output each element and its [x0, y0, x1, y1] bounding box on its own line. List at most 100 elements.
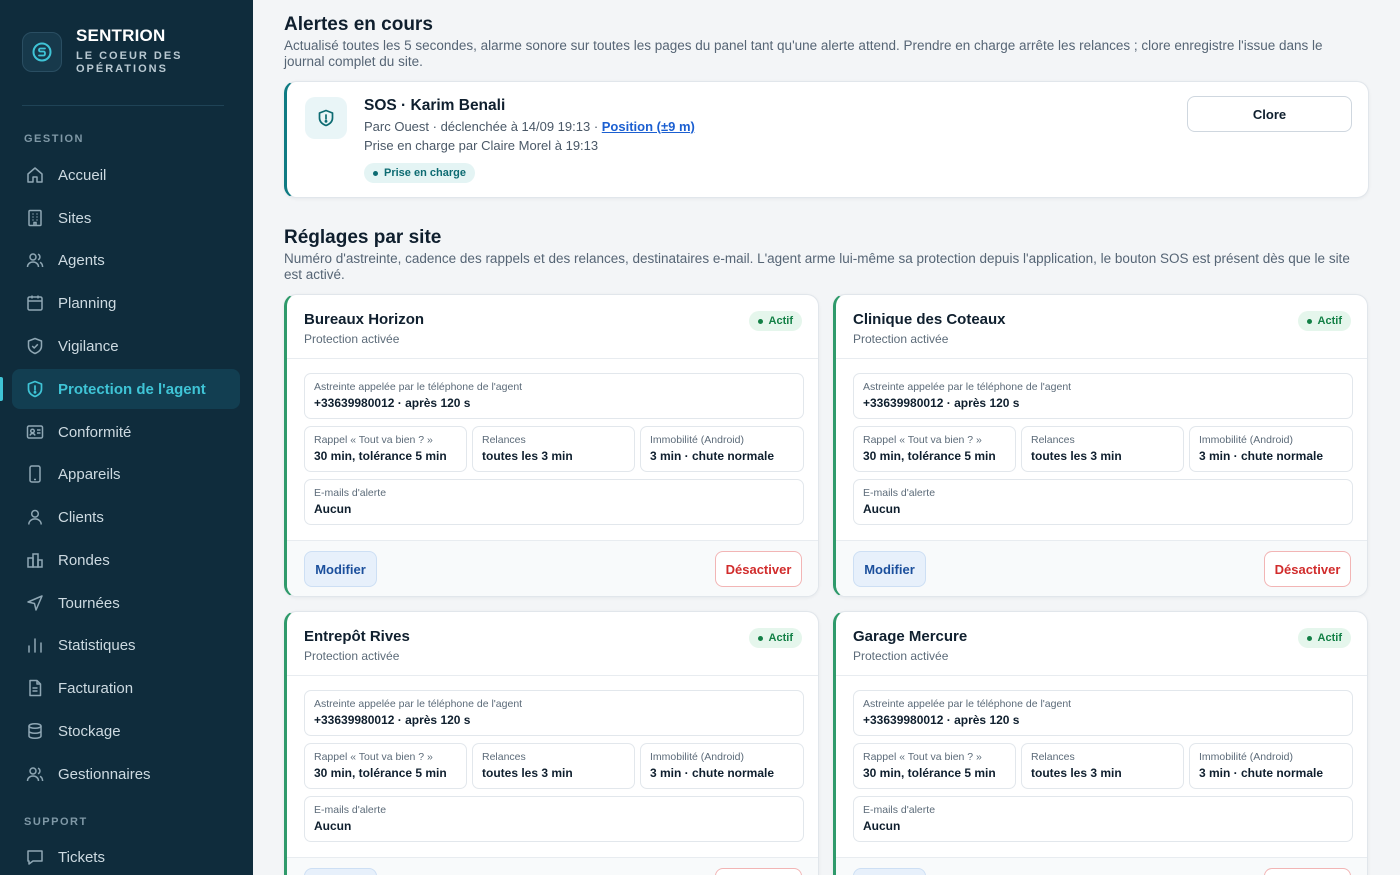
sidebar-item-label: Tickets	[58, 848, 105, 866]
sidebar-item-rondes[interactable]: Rondes	[12, 540, 240, 580]
sidebar-item-clients[interactable]: Clients	[12, 497, 240, 537]
site-subtitle: Protection activée	[304, 649, 400, 663]
field-label: Rappel « Tout va bien ? »	[863, 751, 982, 763]
site-card: Clinique des Coteaux Protection activée …	[833, 294, 1368, 597]
status-badge-label: Actif	[768, 632, 793, 644]
status-badge-label: Actif	[768, 315, 793, 327]
deactivate-button[interactable]: Désactiver	[1264, 551, 1351, 587]
modify-button[interactable]: Modifier	[304, 551, 377, 587]
sidebar-item-label: Conformité	[58, 423, 132, 441]
nav-section-support: SUPPORT	[24, 816, 88, 828]
nav-section-gestion: GESTION	[24, 133, 85, 145]
building-icon	[24, 207, 46, 229]
close-alert-button[interactable]: Clore	[1187, 96, 1352, 132]
position-link[interactable]: Position (±9 m)	[602, 119, 695, 134]
site-subtitle: Protection activée	[304, 332, 400, 346]
sidebar-item-label: Facturation	[58, 679, 134, 697]
divider	[836, 358, 1367, 359]
sidebar-item-appareils[interactable]: Appareils	[12, 454, 240, 494]
sidebar-item-facturation[interactable]: Facturation	[12, 668, 240, 708]
field-label: Relances	[1031, 434, 1075, 446]
status-dot	[373, 170, 378, 176]
sidebar-item-tickets[interactable]: Tickets	[12, 837, 240, 875]
field-rappel: Rappel « Tout va bien ? » 30 min, toléra…	[853, 426, 1016, 472]
modify-button[interactable]: Modifier	[853, 868, 926, 875]
field-label: Rappel « Tout va bien ? »	[314, 751, 433, 763]
sidebar-item-label: Appareils	[58, 465, 121, 483]
alert-taken-by: Prise en charge par Claire Morel à 19:13	[364, 138, 599, 153]
field-astreinte: Astreinte appelée par le téléphone de l'…	[304, 373, 804, 419]
divider	[287, 675, 818, 676]
field-rappel: Rappel « Tout va bien ? » 30 min, toléra…	[304, 743, 467, 789]
field-label: Immobilité (Android)	[1199, 751, 1293, 763]
field-value: 3 min · chute normale	[650, 449, 775, 463]
field-astreinte: Astreinte appelée par le téléphone de l'…	[853, 690, 1353, 736]
main-content: Alertes en cours Actualisé toutes les 5 …	[253, 0, 1400, 875]
field-emails: E-mails d'alerte Aucun	[304, 796, 804, 842]
deactivate-button[interactable]: Désactiver	[715, 551, 802, 587]
field-immobilite: Immobilité (Android) 3 min · chute norma…	[1189, 743, 1353, 789]
deactivate-button[interactable]: Désactiver	[715, 868, 802, 875]
site-card-footer: Modifier Désactiver	[836, 857, 1367, 875]
field-rappel: Rappel « Tout va bien ? » 30 min, toléra…	[853, 743, 1016, 789]
field-relances: Relances toutes les 3 min	[1021, 426, 1184, 472]
bar-chart-icon	[24, 634, 46, 656]
sidebar-item-tournees[interactable]: Tournées	[12, 583, 240, 623]
field-astreinte: Astreinte appelée par le téléphone de l'…	[853, 373, 1353, 419]
sidebar-item-statistiques[interactable]: Statistiques	[12, 625, 240, 665]
alert-meta-text: Parc Ouest · déclenchée à 14/09 19:13 ·	[364, 119, 602, 134]
field-value: toutes les 3 min	[482, 766, 573, 780]
brand-divider	[22, 105, 224, 106]
field-label: E-mails d'alerte	[863, 804, 936, 816]
sidebar-item-label: Clients	[58, 508, 104, 526]
field-value: +33639980012 · après 120 s	[314, 396, 471, 410]
field-label: Astreinte appelée par le téléphone de l'…	[314, 698, 523, 710]
sidebar-item-label: Tournées	[58, 594, 120, 612]
sidebar-item-gestionnaires[interactable]: Gestionnaires	[12, 754, 240, 794]
field-immobilite: Immobilité (Android) 3 min · chute norma…	[1189, 426, 1353, 472]
site-card: Entrepôt Rives Protection activée Actif …	[284, 611, 819, 875]
divider	[836, 675, 1367, 676]
brand: SENTRION LE COEUR DES OPÉRATIONS	[0, 0, 253, 106]
alert-card: SOS · Karim Benali Parc Ouest · déclench…	[284, 81, 1369, 198]
status-dot	[757, 635, 763, 641]
sidebar-item-conformite[interactable]: Conformité	[12, 412, 240, 452]
field-label: Relances	[482, 751, 526, 763]
alerts-description: Actualisé toutes les 5 secondes, alarme …	[284, 38, 1323, 69]
status-badge-label: Actif	[1317, 632, 1342, 644]
status-badge-label: Actif	[1317, 315, 1342, 327]
field-label: Rappel « Tout va bien ? »	[314, 434, 433, 446]
field-rappel: Rappel « Tout va bien ? » 30 min, toléra…	[304, 426, 467, 472]
divider	[287, 358, 818, 359]
home-icon	[24, 164, 46, 186]
status-badge-label: Prise en charge	[384, 167, 466, 179]
field-label: E-mails d'alerte	[314, 487, 387, 499]
field-value: 30 min, tolérance 5 min	[314, 766, 447, 780]
field-emails: E-mails d'alerte Aucun	[304, 479, 804, 525]
database-icon	[24, 720, 46, 742]
field-label: Immobilité (Android)	[650, 434, 744, 446]
modify-button[interactable]: Modifier	[853, 551, 926, 587]
field-value: 3 min · chute normale	[1199, 766, 1324, 780]
status-badge: Actif	[1297, 311, 1351, 331]
sidebar-item-accueil[interactable]: Accueil	[12, 155, 240, 195]
field-value: 3 min · chute normale	[650, 766, 775, 780]
sidebar-item-sites[interactable]: Sites	[12, 198, 240, 238]
field-value: +33639980012 · après 120 s	[863, 396, 1020, 410]
field-value: Aucun	[863, 819, 901, 833]
field-value: +33639980012 · après 120 s	[863, 713, 1020, 727]
field-label: E-mails d'alerte	[314, 804, 387, 816]
sidebar-item-vigilance[interactable]: Vigilance	[12, 326, 240, 366]
field-relances: Relances toutes les 3 min	[1021, 743, 1184, 789]
id-card-icon	[24, 421, 46, 443]
deactivate-button[interactable]: Désactiver	[1264, 868, 1351, 875]
modify-button[interactable]: Modifier	[304, 868, 377, 875]
sidebar-item-label: Agents	[58, 251, 105, 269]
sidebar-item-agents[interactable]: Agents	[12, 240, 240, 280]
field-value: toutes les 3 min	[482, 449, 573, 463]
status-badge: Actif	[748, 628, 802, 648]
sidebar-item-planning[interactable]: Planning	[12, 283, 240, 323]
sidebar-item-stockage[interactable]: Stockage	[12, 711, 240, 751]
sidebar-item-protection[interactable]: Protection de l'agent	[12, 369, 240, 409]
site-card-footer: Modifier Désactiver	[287, 540, 818, 596]
